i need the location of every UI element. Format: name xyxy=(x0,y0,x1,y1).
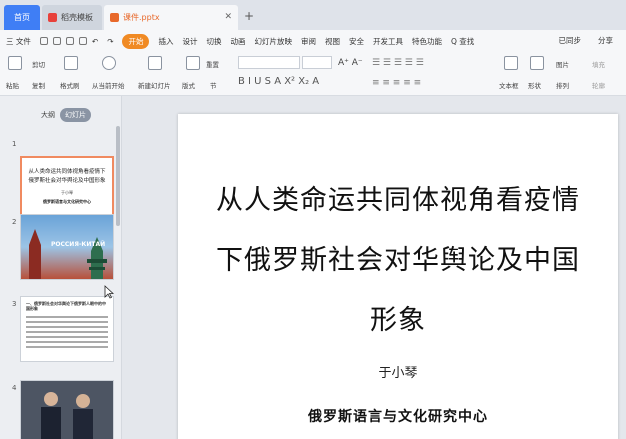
tab-home[interactable]: 首页 xyxy=(4,5,40,30)
format-painter-icon[interactable] xyxy=(64,56,78,70)
menu-start[interactable]: 开始 xyxy=(122,33,150,49)
tab-slides[interactable]: 幻灯片 xyxy=(60,108,91,122)
preview-icon[interactable] xyxy=(78,37,87,45)
font-style-icons[interactable]: B I U S A X² X₂ A xyxy=(238,76,319,87)
docer-logo-icon xyxy=(48,13,57,22)
paste-label[interactable]: 粘贴 xyxy=(6,80,19,90)
tab-file[interactable]: 课件.pptx ✕ xyxy=(104,5,238,30)
tab-file-label: 课件.pptx xyxy=(123,13,160,22)
open-icon[interactable] xyxy=(52,37,61,45)
menu-animation[interactable]: 动画 xyxy=(230,36,245,47)
section-button[interactable]: 节 xyxy=(210,80,217,90)
menu-slideshow[interactable]: 幻灯片放映 xyxy=(254,36,292,47)
slide-canvas: 从人类命运共同体视角看疫情 下俄罗斯社会对华舆论及中国 形象 于小琴 俄罗斯语言… xyxy=(122,96,626,439)
mouse-cursor-icon xyxy=(104,285,114,299)
fill-button[interactable]: 填充 xyxy=(592,59,605,69)
font-size-select[interactable] xyxy=(302,56,332,69)
picture-button[interactable]: 图片 xyxy=(556,59,569,69)
thumb-title: 从人类命运共同体视角看疫情下俄罗斯社会对华舆论及中国形象 xyxy=(28,169,106,184)
search-button[interactable]: Q 查找 xyxy=(451,36,474,47)
copy-button[interactable]: 复制 xyxy=(32,80,45,90)
thumb-text-line xyxy=(26,321,108,323)
tab-outline[interactable]: 大纲 xyxy=(36,108,60,122)
slide-thumbnail-panel: 大纲 幻灯片 1 从人类命运共同体视角看疫情下俄罗斯社会对华舆论及中国形象 于小… xyxy=(0,96,122,439)
thumb-author: 于小琴 xyxy=(61,190,73,195)
new-slide-button[interactable]: 新建幻灯片 xyxy=(138,80,171,90)
cut-button[interactable]: 剪切 xyxy=(32,59,45,69)
new-slide-icon[interactable] xyxy=(148,56,162,70)
menu-transition[interactable]: 切换 xyxy=(206,36,221,47)
slide-organization[interactable]: 俄罗斯语言与文化研究中心 xyxy=(178,406,618,426)
slide-title-line-3[interactable]: 形象 xyxy=(178,298,618,337)
paste-icon[interactable] xyxy=(8,56,22,70)
menu-review[interactable]: 审阅 xyxy=(301,36,316,47)
slide-thumbnail-2[interactable]: РОССИЯ-КИТАЙ xyxy=(20,214,114,280)
save-icon[interactable] xyxy=(39,37,48,45)
slide-thumbnail-1[interactable]: 从人类命运共同体视角看疫情下俄罗斯社会对华舆论及中国形象 于小琴 俄罗斯语言与文… xyxy=(20,156,114,222)
format-painter-button[interactable]: 格式刷 xyxy=(60,80,80,90)
slide-thumbnail-3[interactable]: 一、俄罗斯社会对华舆论下俄罗斯人眼中的中国形象 xyxy=(20,296,114,362)
slide-title-line-2[interactable]: 下俄罗斯社会对华舆论及中国 xyxy=(178,238,618,277)
play-from-current-button[interactable]: 从当前开始 xyxy=(92,80,125,90)
slide-thumbnail-4[interactable] xyxy=(20,380,114,439)
tab-template-label: 稻壳模板 xyxy=(61,13,93,22)
thumb-number: 4 xyxy=(12,384,17,392)
font-family-select[interactable] xyxy=(238,56,300,69)
thumb-text-line xyxy=(26,336,108,338)
thumbnail-scrollbar[interactable] xyxy=(116,126,120,226)
font-grow-icon[interactable]: A⁺ A⁻ xyxy=(338,58,363,68)
menu-security[interactable]: 安全 xyxy=(349,36,364,47)
thumb-text-line xyxy=(26,346,108,348)
thumb-text-line xyxy=(26,331,108,333)
ribbon-toolbar: 粘贴 剪切 复制 格式刷 从当前开始 新建幻灯片 版式 重置 节 A⁺ A⁻ B… xyxy=(0,52,626,96)
leaders-photo-image xyxy=(21,381,113,439)
thumb-number: 2 xyxy=(12,218,17,226)
textbox-icon[interactable] xyxy=(504,56,518,70)
layout-button[interactable]: 版式 xyxy=(182,80,195,90)
current-slide[interactable]: 从人类命运共同体视角看疫情 下俄罗斯社会对华舆论及中国 形象 于小琴 俄罗斯语言… xyxy=(178,114,618,439)
slide-title-line-1[interactable]: 从人类命运共同体视角看疫情 xyxy=(178,178,618,217)
undo-icon[interactable]: ↶ xyxy=(92,37,98,46)
menu-design[interactable]: 设计 xyxy=(182,36,197,47)
list-icons[interactable]: ☰ ☰ ☰ ☰ ☰ xyxy=(372,58,424,68)
align-icons[interactable]: ≡ ≡ ≡ ≡ ≡ xyxy=(372,78,421,88)
thumb-text-line xyxy=(26,316,108,318)
shape-icon[interactable] xyxy=(530,56,544,70)
slide-author[interactable]: 于小琴 xyxy=(178,362,618,381)
tab-home-label: 首页 xyxy=(14,13,30,22)
menu-developer[interactable]: 开发工具 xyxy=(373,36,403,47)
tab-template[interactable]: 稻壳模板 xyxy=(42,5,102,30)
sync-status[interactable]: 已同步 xyxy=(559,35,582,46)
thumb-heading: 一、俄罗斯社会对华舆论下俄罗斯人眼中的中国形象 xyxy=(26,301,106,311)
menu-view[interactable]: 视图 xyxy=(325,36,340,47)
reset-button[interactable]: 重置 xyxy=(206,59,219,69)
print-icon[interactable] xyxy=(65,37,74,45)
play-icon[interactable] xyxy=(102,56,116,70)
pptx-file-icon xyxy=(110,13,119,22)
menu-features[interactable]: 特色功能 xyxy=(412,36,442,47)
file-menu[interactable]: 三 文件 xyxy=(6,36,31,47)
thumb-org: 俄罗斯语言与文化研究中心 xyxy=(43,199,91,204)
layout-icon[interactable] xyxy=(186,56,200,70)
shape-button[interactable]: 形状 xyxy=(528,80,541,90)
share-button[interactable]: 分享 xyxy=(598,35,613,46)
tab-bar: 首页 稻壳模板 课件.pptx ✕ + xyxy=(0,0,626,30)
menu-bar: 三 文件 ↶ ↷ 开始 插入 设计 切换 动画 幻灯片放映 审阅 视图 安全 开… xyxy=(0,30,626,52)
thumb-caption: РОССИЯ-КИТАЙ xyxy=(51,241,106,248)
thumb-number: 3 xyxy=(12,300,17,308)
thumb-text-line xyxy=(26,341,108,343)
thumb-text-line xyxy=(26,326,108,328)
arrange-button[interactable]: 排列 xyxy=(556,80,569,90)
textbox-button[interactable]: 文本框 xyxy=(499,80,519,90)
menu-insert[interactable]: 插入 xyxy=(158,36,173,47)
close-tab-icon[interactable]: ✕ xyxy=(224,12,232,22)
new-tab-icon[interactable]: + xyxy=(244,9,254,23)
thumb-number: 1 xyxy=(12,140,17,148)
outline-button[interactable]: 轮廓 xyxy=(592,80,605,90)
redo-icon[interactable]: ↷ xyxy=(107,37,113,46)
